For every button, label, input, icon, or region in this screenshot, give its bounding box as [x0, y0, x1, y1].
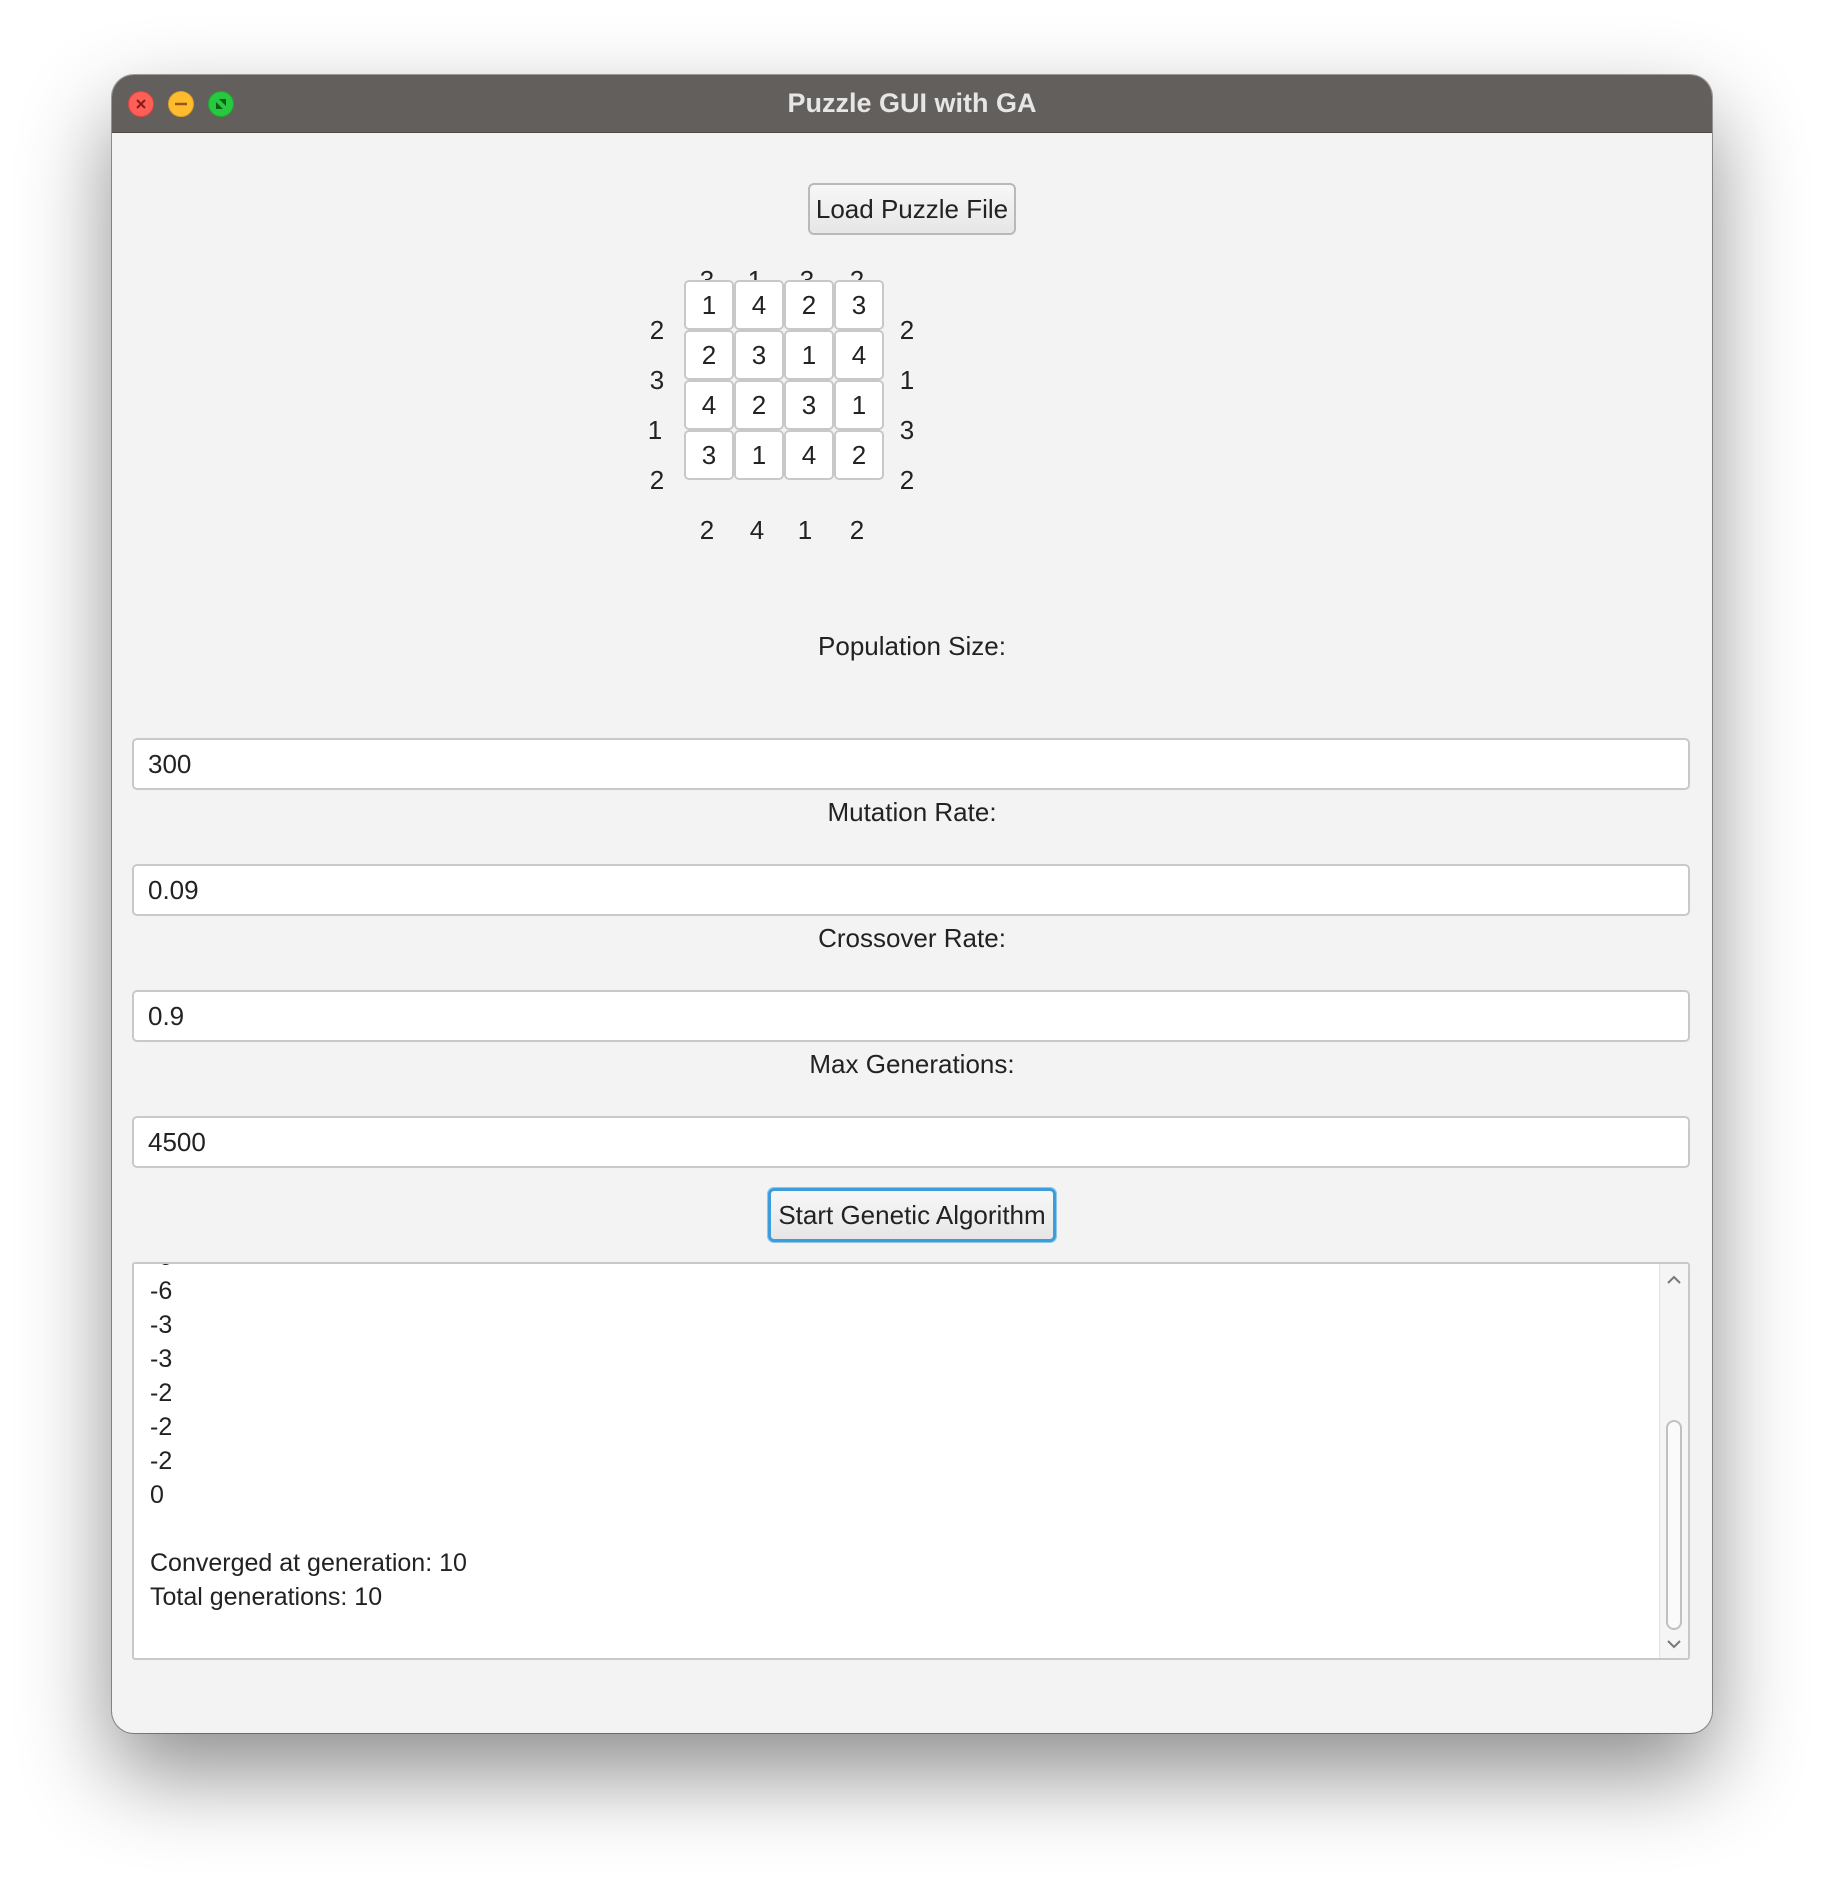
- bottom-clue: 4: [749, 515, 765, 545]
- title-bar[interactable]: Puzzle GUI with GA: [112, 75, 1712, 133]
- mutation-rate-label: Mutation Rate:: [827, 797, 997, 827]
- max-generations-label: Max Generations:: [809, 1049, 1015, 1079]
- right-clue: 2: [899, 315, 915, 345]
- grid-cell[interactable]: 2: [684, 330, 734, 380]
- crossover-rate-field[interactable]: 0.9: [132, 990, 1690, 1042]
- log-text: -6 -6 -3 -3 -2 -2 -2 0 Converged at gene…: [150, 1264, 467, 1614]
- left-clue: 3: [649, 365, 665, 395]
- population-size-field[interactable]: 300: [132, 738, 1690, 790]
- crossover-rate-label: Crossover Rate:: [818, 923, 1006, 953]
- grid-cell[interactable]: 3: [834, 280, 884, 330]
- bottom-clue: 2: [699, 515, 715, 545]
- grid-cell[interactable]: 1: [684, 280, 734, 330]
- left-clue: 2: [649, 465, 665, 495]
- log-scrollbar[interactable]: [1659, 1264, 1688, 1658]
- scroll-thumb[interactable]: [1666, 1420, 1682, 1630]
- grid-cell[interactable]: 3: [734, 330, 784, 380]
- log-line: -3: [150, 1345, 173, 1373]
- grid-cell[interactable]: 3: [684, 430, 734, 480]
- chevron-down-icon[interactable]: [1666, 1636, 1682, 1652]
- grid-cell[interactable]: 4: [834, 330, 884, 380]
- app-window: Puzzle GUI with GA Load Puzzle File 3 1 …: [112, 75, 1712, 1733]
- chevron-up-icon[interactable]: [1666, 1272, 1682, 1288]
- grid-cell[interactable]: 1: [734, 430, 784, 480]
- mutation-rate-field[interactable]: 0.09: [132, 864, 1690, 916]
- max-generations-field[interactable]: 4500: [132, 1116, 1690, 1168]
- left-clue: 2: [649, 315, 665, 345]
- right-clue: 1: [899, 365, 915, 395]
- log-line: -2: [150, 1379, 173, 1407]
- grid-cell[interactable]: 1: [834, 380, 884, 430]
- right-clue: 2: [899, 465, 915, 495]
- start-genetic-algorithm-button[interactable]: Start Genetic Algorithm: [768, 1188, 1056, 1242]
- bottom-clue: 1: [797, 515, 813, 545]
- grid-cell[interactable]: 1: [784, 330, 834, 380]
- load-puzzle-button[interactable]: Load Puzzle File: [808, 183, 1016, 235]
- grid-cell[interactable]: 4: [684, 380, 734, 430]
- log-line: Converged at generation: 10: [150, 1549, 467, 1577]
- grid-cell[interactable]: 4: [784, 430, 834, 480]
- left-clue: 1: [647, 415, 663, 445]
- window-title: Puzzle GUI with GA: [787, 88, 1037, 118]
- right-clue: 3: [899, 415, 915, 445]
- grid-cell[interactable]: 4: [734, 280, 784, 330]
- grid-cell[interactable]: 2: [734, 380, 784, 430]
- log-line: -2: [150, 1447, 173, 1475]
- log-line: -6: [150, 1277, 173, 1305]
- grid-cell[interactable]: 2: [784, 280, 834, 330]
- log-line: -3: [150, 1311, 173, 1339]
- grid-cell[interactable]: 3: [784, 380, 834, 430]
- log-line: -6: [150, 1264, 467, 1274]
- bottom-clue: 2: [849, 515, 865, 545]
- grid-cell[interactable]: 2: [834, 430, 884, 480]
- log-line: -2: [150, 1413, 173, 1441]
- population-size-label: Population Size:: [818, 631, 1006, 661]
- log-line: Total generations: 10: [150, 1583, 383, 1611]
- output-log[interactable]: -6 -6 -3 -3 -2 -2 -2 0 Converged at gene…: [132, 1262, 1690, 1660]
- log-line: 0: [150, 1481, 164, 1509]
